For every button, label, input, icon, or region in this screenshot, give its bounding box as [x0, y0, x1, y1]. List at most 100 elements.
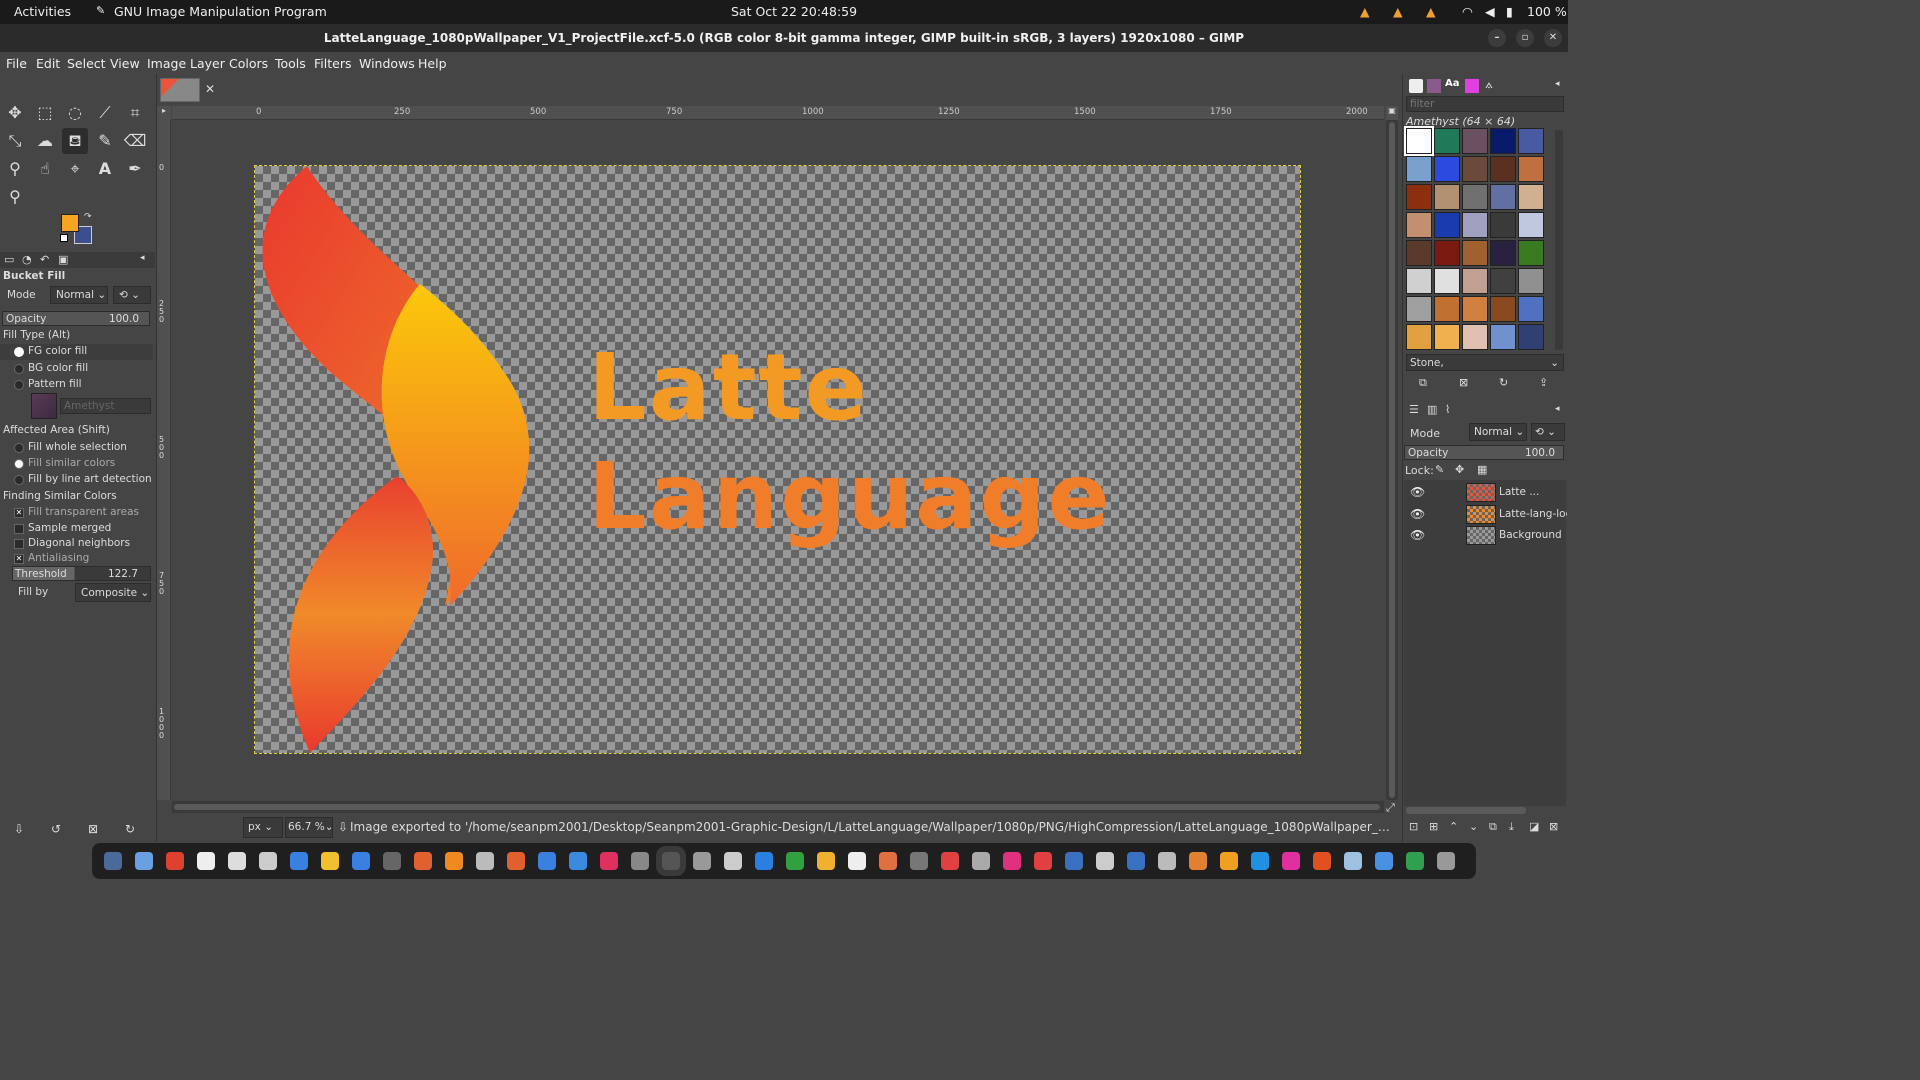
dock-app-icon[interactable]	[1375, 852, 1393, 870]
dock-app-icon[interactable]	[1220, 852, 1238, 870]
pattern-swatch-item[interactable]	[1518, 296, 1544, 322]
layers-tab-icon[interactable]: ☰	[1409, 403, 1419, 416]
dock-app-icon[interactable]	[1096, 852, 1114, 870]
dock-app-icon[interactable]	[1189, 852, 1207, 870]
unit-select[interactable]: px ⌄	[243, 817, 283, 838]
pattern-swatch-item[interactable]	[1462, 156, 1488, 182]
dock-app-icon[interactable]	[1065, 852, 1083, 870]
radio-fill-similar-colors[interactable]: Fill similar colors	[0, 456, 153, 472]
horizontal-ruler[interactable]: 0 250 500 750 1000 1250 1500 1750 2000	[172, 106, 1384, 120]
vlc-icon-3[interactable]: ▲	[1426, 4, 1436, 19]
volume-icon[interactable]: ◀	[1485, 4, 1495, 19]
lock-position-icon[interactable]: ✥	[1455, 463, 1464, 476]
pattern-swatch[interactable]	[31, 393, 57, 419]
delete-options-icon[interactable]: ⊠	[88, 822, 98, 836]
gradients-tab-icon[interactable]	[1465, 79, 1479, 93]
battery-percent[interactable]: 100 %	[1527, 4, 1567, 19]
pattern-swatch-item[interactable]	[1434, 156, 1460, 182]
open-pattern-icon[interactable]: ⇪	[1539, 376, 1548, 389]
pattern-swatch-item[interactable]	[1490, 268, 1516, 294]
layer-mask-icon[interactable]: ◪	[1529, 820, 1539, 833]
crop-icon[interactable]: ⌗	[122, 100, 148, 126]
clone-icon[interactable]: ⚲	[2, 156, 28, 182]
bucket-fill-icon[interactable]: ⛾	[62, 128, 88, 154]
new-layer-group-icon[interactable]: ⊡	[1409, 820, 1418, 833]
pattern-grid-scrollbar[interactable]	[1555, 130, 1563, 350]
dock-app-icon[interactable]	[941, 852, 959, 870]
dock-app-icon[interactable]	[1313, 852, 1331, 870]
mode-reset-icon[interactable]: ⟲ ⌄	[113, 286, 151, 304]
rect-select-icon[interactable]: ⬚	[32, 100, 58, 126]
minimize-icon[interactable]: –	[1488, 29, 1506, 47]
configure-tab-icon[interactable]: ◂	[140, 253, 145, 263]
refresh-patterns-icon[interactable]: ↻	[1499, 376, 1508, 389]
pattern-swatch-item[interactable]	[1462, 128, 1488, 154]
pattern-swatch-item[interactable]	[1490, 296, 1516, 322]
pattern-swatch-item[interactable]	[1434, 324, 1460, 350]
dock-app-icon[interactable]	[135, 852, 153, 870]
menu-colors[interactable]: Colors	[229, 56, 268, 71]
dock-app-icon[interactable]	[910, 852, 928, 870]
pattern-swatch-item[interactable]	[1406, 156, 1432, 182]
dock-app-icon[interactable]	[538, 852, 556, 870]
paintbrush-icon[interactable]: ✎	[92, 128, 118, 154]
smudge-icon[interactable]: ☝	[32, 156, 58, 182]
close-icon[interactable]: ✕	[1544, 29, 1562, 47]
dock-app-icon[interactable]	[724, 852, 742, 870]
layer-row-background[interactable]: 👁 Background	[1404, 526, 1568, 546]
pattern-swatch-item[interactable]	[1490, 184, 1516, 210]
pattern-swatch-item[interactable]	[1406, 240, 1432, 266]
dock-app-icon[interactable]	[321, 852, 339, 870]
pattern-swatch-item[interactable]	[1434, 296, 1460, 322]
radio-fill-whole-selection[interactable]: Fill whole selection	[0, 440, 153, 456]
pattern-swatch-item[interactable]	[1434, 240, 1460, 266]
move-tool-icon[interactable]: ✥	[2, 100, 28, 126]
dock-app-icon[interactable]	[656, 846, 686, 876]
dock-app-icon[interactable]	[383, 852, 401, 870]
dock-app-icon[interactable]	[1344, 852, 1362, 870]
mode-select[interactable]: Normal ⌄	[50, 286, 108, 304]
pattern-grid[interactable]	[1404, 126, 1548, 352]
dock-app-icon[interactable]	[476, 852, 494, 870]
dock-app-icon[interactable]	[1127, 852, 1145, 870]
pattern-swatch-item[interactable]	[1462, 296, 1488, 322]
battery-icon[interactable]: ▮	[1506, 4, 1513, 19]
undo-history-tab-icon[interactable]: ↶	[40, 253, 49, 266]
new-layer-icon[interactable]: ⊞	[1429, 820, 1438, 833]
menu-filters[interactable]: Filters	[314, 56, 351, 71]
channels-tab-icon[interactable]: ▥	[1427, 403, 1437, 416]
dock-app-icon[interactable]	[879, 852, 897, 870]
dock-app-icon[interactable]	[104, 852, 122, 870]
dock-app-icon[interactable]	[1282, 852, 1300, 870]
pattern-swatch-item[interactable]	[1406, 296, 1432, 322]
dock-app-icon[interactable]	[600, 852, 618, 870]
threshold-slider[interactable]: Threshold 122.7	[12, 566, 151, 581]
menu-tools[interactable]: Tools	[275, 56, 306, 71]
menu-edit[interactable]: Edit	[36, 56, 60, 71]
pattern-swatch-item[interactable]	[1518, 240, 1544, 266]
dock-app-icon[interactable]	[631, 852, 649, 870]
pattern-swatch-item[interactable]	[1462, 184, 1488, 210]
configure-layers-icon[interactable]: ◂	[1555, 404, 1560, 414]
navigate-corner-icon[interactable]: ▣	[1386, 106, 1398, 120]
delete-layer-icon[interactable]: ⊠	[1549, 820, 1558, 833]
menu-layer[interactable]: Layer	[190, 56, 225, 71]
swap-colors-icon[interactable]: ↷	[84, 212, 92, 222]
brushes-tab-icon[interactable]	[1409, 79, 1423, 93]
dock-app-icon[interactable]	[569, 852, 587, 870]
images-tab-icon[interactable]: ▣	[58, 253, 68, 266]
pattern-swatch-item[interactable]	[1434, 268, 1460, 294]
check-fill-transparent[interactable]: ✕ Fill transparent areas	[0, 505, 153, 521]
zoom-icon[interactable]: ⚲	[2, 184, 28, 210]
pattern-swatch-item[interactable]	[1462, 324, 1488, 350]
dock-app-icon[interactable]	[1406, 852, 1424, 870]
layers-mode-reset-icon[interactable]: ⟲ ⌄	[1531, 423, 1565, 441]
pattern-swatch-item[interactable]	[1518, 184, 1544, 210]
zoom-to-fit-icon[interactable]: ⤢	[1386, 801, 1395, 815]
clock[interactable]: Sat Oct 22 20:48:59	[731, 4, 857, 19]
dock-app-icon[interactable]	[228, 852, 246, 870]
dock-app-icon[interactable]	[1158, 852, 1176, 870]
duplicate-layer-icon[interactable]: ⧉	[1489, 820, 1497, 834]
raise-layer-icon[interactable]: ⌃	[1449, 820, 1458, 833]
vertical-scrollbar[interactable]	[1386, 120, 1398, 800]
